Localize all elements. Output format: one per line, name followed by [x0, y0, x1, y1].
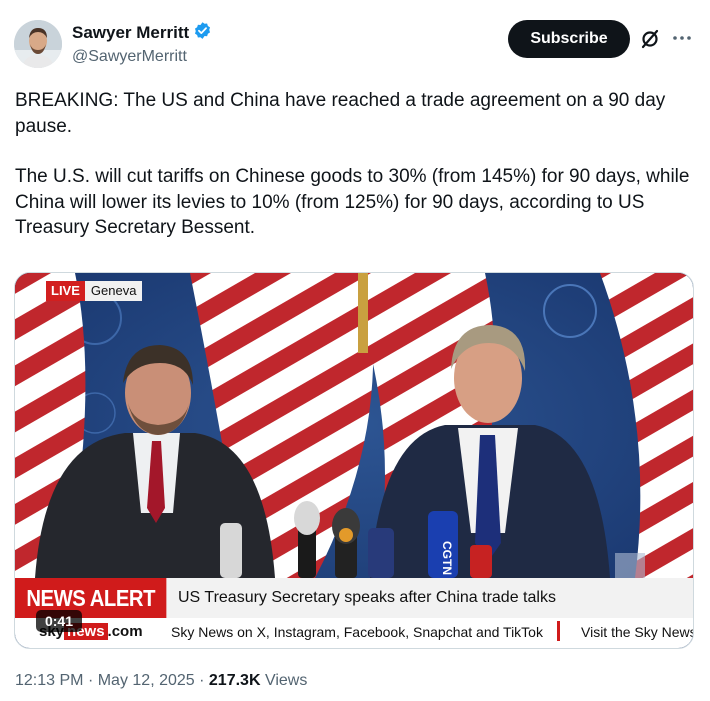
- video-timestamp: 0:41: [36, 610, 82, 632]
- views-count: 217.3K: [208, 672, 261, 689]
- author-name[interactable]: Sawyer Merritt: [72, 23, 189, 43]
- live-badge: LIVE Geneva: [46, 281, 143, 301]
- mic-label-text: CGTN: [440, 541, 454, 575]
- tweet-text: BREAKING: The US and China have reached …: [15, 88, 695, 241]
- logo-suffix: .com: [107, 623, 143, 640]
- meta-separator: ·: [199, 672, 205, 689]
- meta-separator: ·: [87, 672, 94, 689]
- verified-badge-icon: [193, 21, 212, 45]
- grok-icon[interactable]: [639, 28, 661, 50]
- tweet-paragraph: The U.S. will cut tariffs on Chinese goo…: [15, 166, 690, 238]
- news-headline: US Treasury Secretary speaks after China…: [178, 589, 556, 606]
- author-block: Sawyer Merritt @SawyerMerritt: [72, 21, 212, 66]
- ticker-text: Sky News on X, Instagram, Facebook, Snap…: [171, 624, 543, 640]
- tweet-paragraph: BREAKING: The US and China have reached …: [15, 90, 666, 137]
- ticker-divider: [557, 621, 560, 641]
- avatar[interactable]: [14, 20, 62, 68]
- ticker-text-secondary: Visit the Sky News: [581, 624, 694, 640]
- live-label: LIVE: [46, 281, 85, 301]
- tweet-meta: 12:13 PM · May 12, 2025 · 217.3K Views: [15, 672, 307, 690]
- author-handle[interactable]: @SawyerMerritt: [72, 48, 212, 66]
- more-icon[interactable]: [672, 27, 692, 49]
- views-label: Views: [264, 672, 308, 689]
- post-time[interactable]: 12:13 PM: [15, 672, 83, 689]
- video-player[interactable]: CGTN LIVE Geneva NEWS ALERT US Treasury …: [14, 272, 694, 649]
- subscribe-button[interactable]: Subscribe: [508, 20, 630, 58]
- live-location: Geneva: [84, 281, 143, 301]
- post-date[interactable]: May 12, 2025: [98, 672, 195, 689]
